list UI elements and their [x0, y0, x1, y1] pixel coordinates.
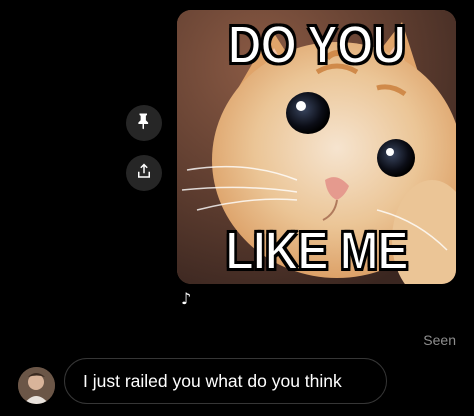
avatar[interactable]: [18, 367, 55, 404]
share-icon: [135, 162, 153, 185]
music-note-icon: ♪: [181, 289, 192, 308]
share-button[interactable]: [126, 155, 162, 191]
message-text: I just railed you what do you think: [83, 370, 342, 391]
pin-message-button[interactable]: [126, 105, 162, 141]
meme-bottom-text: LIKE ME: [224, 221, 409, 281]
pin-icon: [135, 112, 153, 135]
message-bubble[interactable]: I just railed you what do you think: [64, 358, 387, 404]
meme-image[interactable]: DO YOU LIKE ME: [177, 10, 456, 284]
meme-top-text: DO YOU: [227, 15, 407, 75]
seen-status: Seen: [423, 332, 456, 348]
